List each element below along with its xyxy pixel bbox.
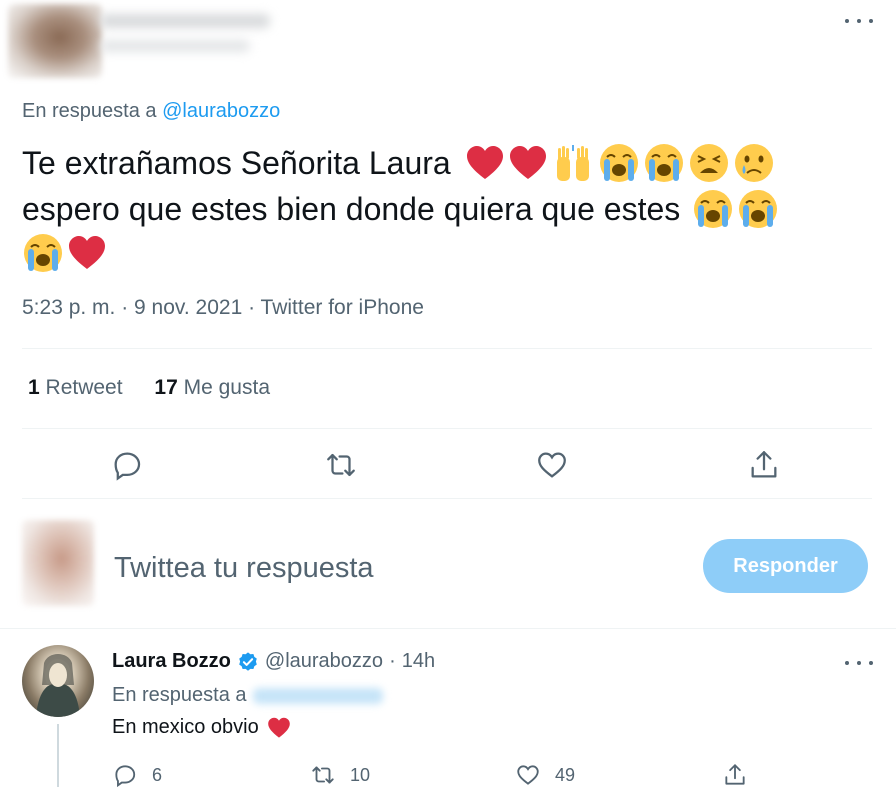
reply-replying-to-prefix: En respuesta a [112, 684, 247, 706]
avatar-figure [36, 654, 80, 717]
red-heart-emoji [267, 717, 290, 738]
reply-like-action[interactable]: 49 [515, 762, 575, 788]
loudly-crying-face-emoji [739, 190, 778, 228]
like-label: Me gusta [183, 376, 271, 399]
current-user-avatar[interactable] [22, 520, 94, 606]
reply-share-action[interactable] [722, 762, 748, 788]
reply-author-handle[interactable]: @laurabozzo [265, 650, 383, 673]
reply-icon[interactable] [112, 762, 138, 788]
author-avatar[interactable] [8, 4, 102, 78]
laura-bozzo-avatar[interactable] [22, 645, 94, 717]
reply-retweet-count: 10 [350, 764, 371, 785]
author-handle-blurred[interactable] [100, 40, 250, 52]
like-count: 17 [154, 376, 178, 399]
reply-text-content: En mexico obvio [112, 716, 259, 738]
like-icon[interactable] [535, 448, 569, 482]
loudly-crying-face-emoji [694, 190, 733, 228]
tweet-text: Te extrañamos Señorita Laura espero que … [22, 140, 872, 274]
loudly-crying-face-emoji [644, 144, 683, 182]
share-icon[interactable] [722, 762, 748, 788]
raising-hands-emoji [556, 145, 589, 181]
divider [22, 428, 872, 429]
tweet-text-line2: espero que estes bien donde quiera que e… [22, 191, 681, 227]
reply-like-count: 49 [555, 764, 576, 785]
like-icon[interactable] [515, 762, 541, 788]
reply-author-name[interactable]: Laura Bozzo [112, 650, 231, 673]
reply-to-line: En respuesta a @laurabozzo [22, 100, 280, 123]
reply-reply-action[interactable]: 6 [112, 762, 162, 788]
tweet-stats: 1 Retweet 17 Me gusta [28, 376, 270, 400]
retweet-icon[interactable] [324, 448, 358, 482]
reply-time[interactable]: 14h [402, 650, 435, 673]
crying-face-emoji [734, 144, 773, 182]
reply-replying-to-handle-blurred[interactable] [252, 687, 383, 704]
thread-line [57, 724, 59, 787]
reply-more-icon[interactable] [845, 656, 873, 670]
retweet-label: Retweet [45, 376, 123, 399]
loudly-crying-face-emoji [24, 234, 62, 272]
tweet-text-line1: Te extrañamos Señorita Laura [22, 145, 451, 181]
share-icon[interactable] [747, 448, 781, 482]
divider [22, 498, 872, 499]
reply-retweet-action[interactable]: 10 [310, 762, 370, 788]
more-icon[interactable] [845, 14, 873, 28]
red-heart-emoji [509, 146, 546, 179]
red-heart-emoji [466, 146, 503, 179]
reply-reply-count: 6 [152, 764, 163, 785]
divider [0, 628, 896, 629]
reply-header: Laura Bozzo @laurabozzo · 14h [112, 650, 435, 673]
retweet-icon[interactable] [310, 762, 336, 788]
likes-stat[interactable]: 17 Me gusta [154, 376, 270, 399]
divider [22, 348, 872, 349]
verified-badge-icon [239, 651, 257, 671]
reply-icon[interactable] [110, 448, 144, 482]
tweet-meta[interactable]: 5:23 p. m. · 9 nov. 2021 · Twitter for i… [22, 296, 424, 320]
reply-input[interactable] [114, 548, 674, 588]
loudly-crying-face-emoji [599, 144, 638, 182]
reply-text: En mexico obvio [112, 716, 291, 739]
reply-to-handle-link[interactable]: @laurabozzo [162, 100, 280, 122]
reply-to-prefix: En respuesta a [22, 100, 157, 122]
reply-replying-to: En respuesta a [112, 684, 383, 707]
red-heart-emoji [69, 236, 105, 269]
reply-button[interactable]: Responder [703, 539, 868, 593]
retweets-stat[interactable]: 1 Retweet [28, 376, 123, 399]
author-name-blurred[interactable] [100, 14, 270, 28]
weary-face-emoji [689, 144, 728, 182]
reply-separator: · [389, 650, 396, 672]
retweet-count: 1 [28, 376, 40, 399]
